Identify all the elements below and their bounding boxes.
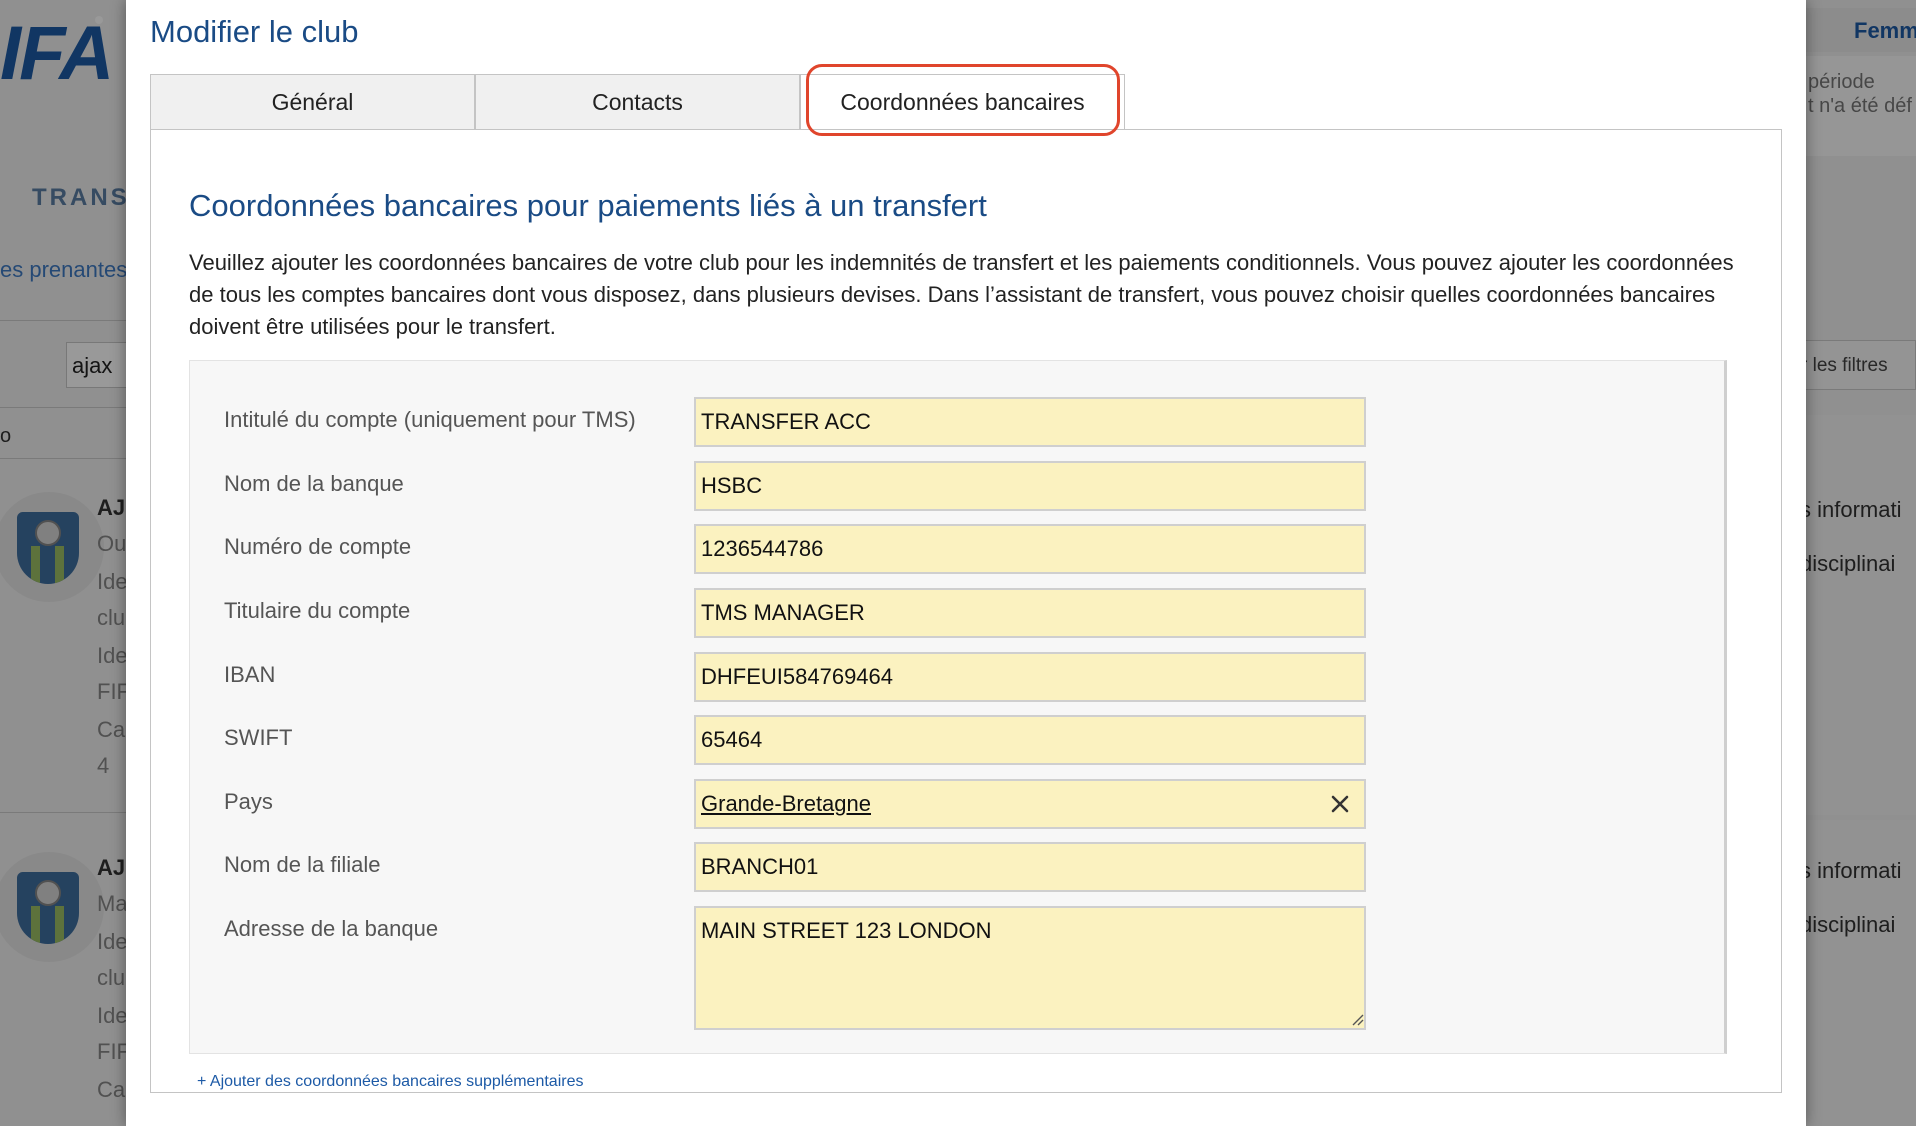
swift-input[interactable] <box>694 715 1366 765</box>
branch-name-label: Nom de la filiale <box>224 852 381 877</box>
modal-title: Modifier le club <box>150 14 359 49</box>
bank-name-input[interactable] <box>694 461 1366 511</box>
iban-input[interactable] <box>694 652 1366 702</box>
tab-bank-details[interactable]: Coordonnées bancaires <box>800 74 1125 131</box>
swift-label: SWIFT <box>224 725 293 750</box>
country-select[interactable]: Grande-Bretagne <box>694 779 1366 829</box>
bank-address-textarea[interactable]: MAIN STREET 123 LONDON <box>694 906 1366 1030</box>
tab-contacts[interactable]: Contacts <box>475 74 800 130</box>
account-title-input[interactable] <box>694 397 1366 447</box>
account-holder-label: Titulaire du compte <box>224 598 411 623</box>
bank-details-form: Intitulé du compte (uniquement pour TMS)… <box>189 360 1727 1054</box>
section-description: Veuillez ajouter les coordonnées bancair… <box>189 250 1734 339</box>
account-holder-input[interactable] <box>694 588 1366 638</box>
clear-icon[interactable] <box>1328 791 1352 817</box>
bank-details-panel: Coordonnées bancaires pour paiements lié… <box>150 129 1782 1093</box>
resize-grip-icon[interactable] <box>1350 1012 1364 1026</box>
country-selected-value: Grande-Bretagne <box>701 791 871 816</box>
section-title: Coordonnées bancaires pour paiements lié… <box>189 188 987 223</box>
account-number-label: Numéro de compte <box>224 534 412 559</box>
bank-name-label: Nom de la banque <box>224 471 404 496</box>
bank-address-label: Adresse de la banque <box>224 916 439 941</box>
account-number-input[interactable] <box>694 524 1366 574</box>
add-bank-details-link[interactable]: + Ajouter des coordonnées bancaires supp… <box>197 1073 583 1091</box>
edit-club-modal: Modifier le club Général Contacts Coordo… <box>126 0 1806 1126</box>
account-title-label: Intitulé du compte (uniquement pour TMS) <box>224 407 636 432</box>
branch-name-input[interactable] <box>694 842 1366 892</box>
country-label: Pays <box>224 789 273 814</box>
iban-label: IBAN <box>224 662 276 687</box>
tab-general[interactable]: Général <box>150 74 475 130</box>
